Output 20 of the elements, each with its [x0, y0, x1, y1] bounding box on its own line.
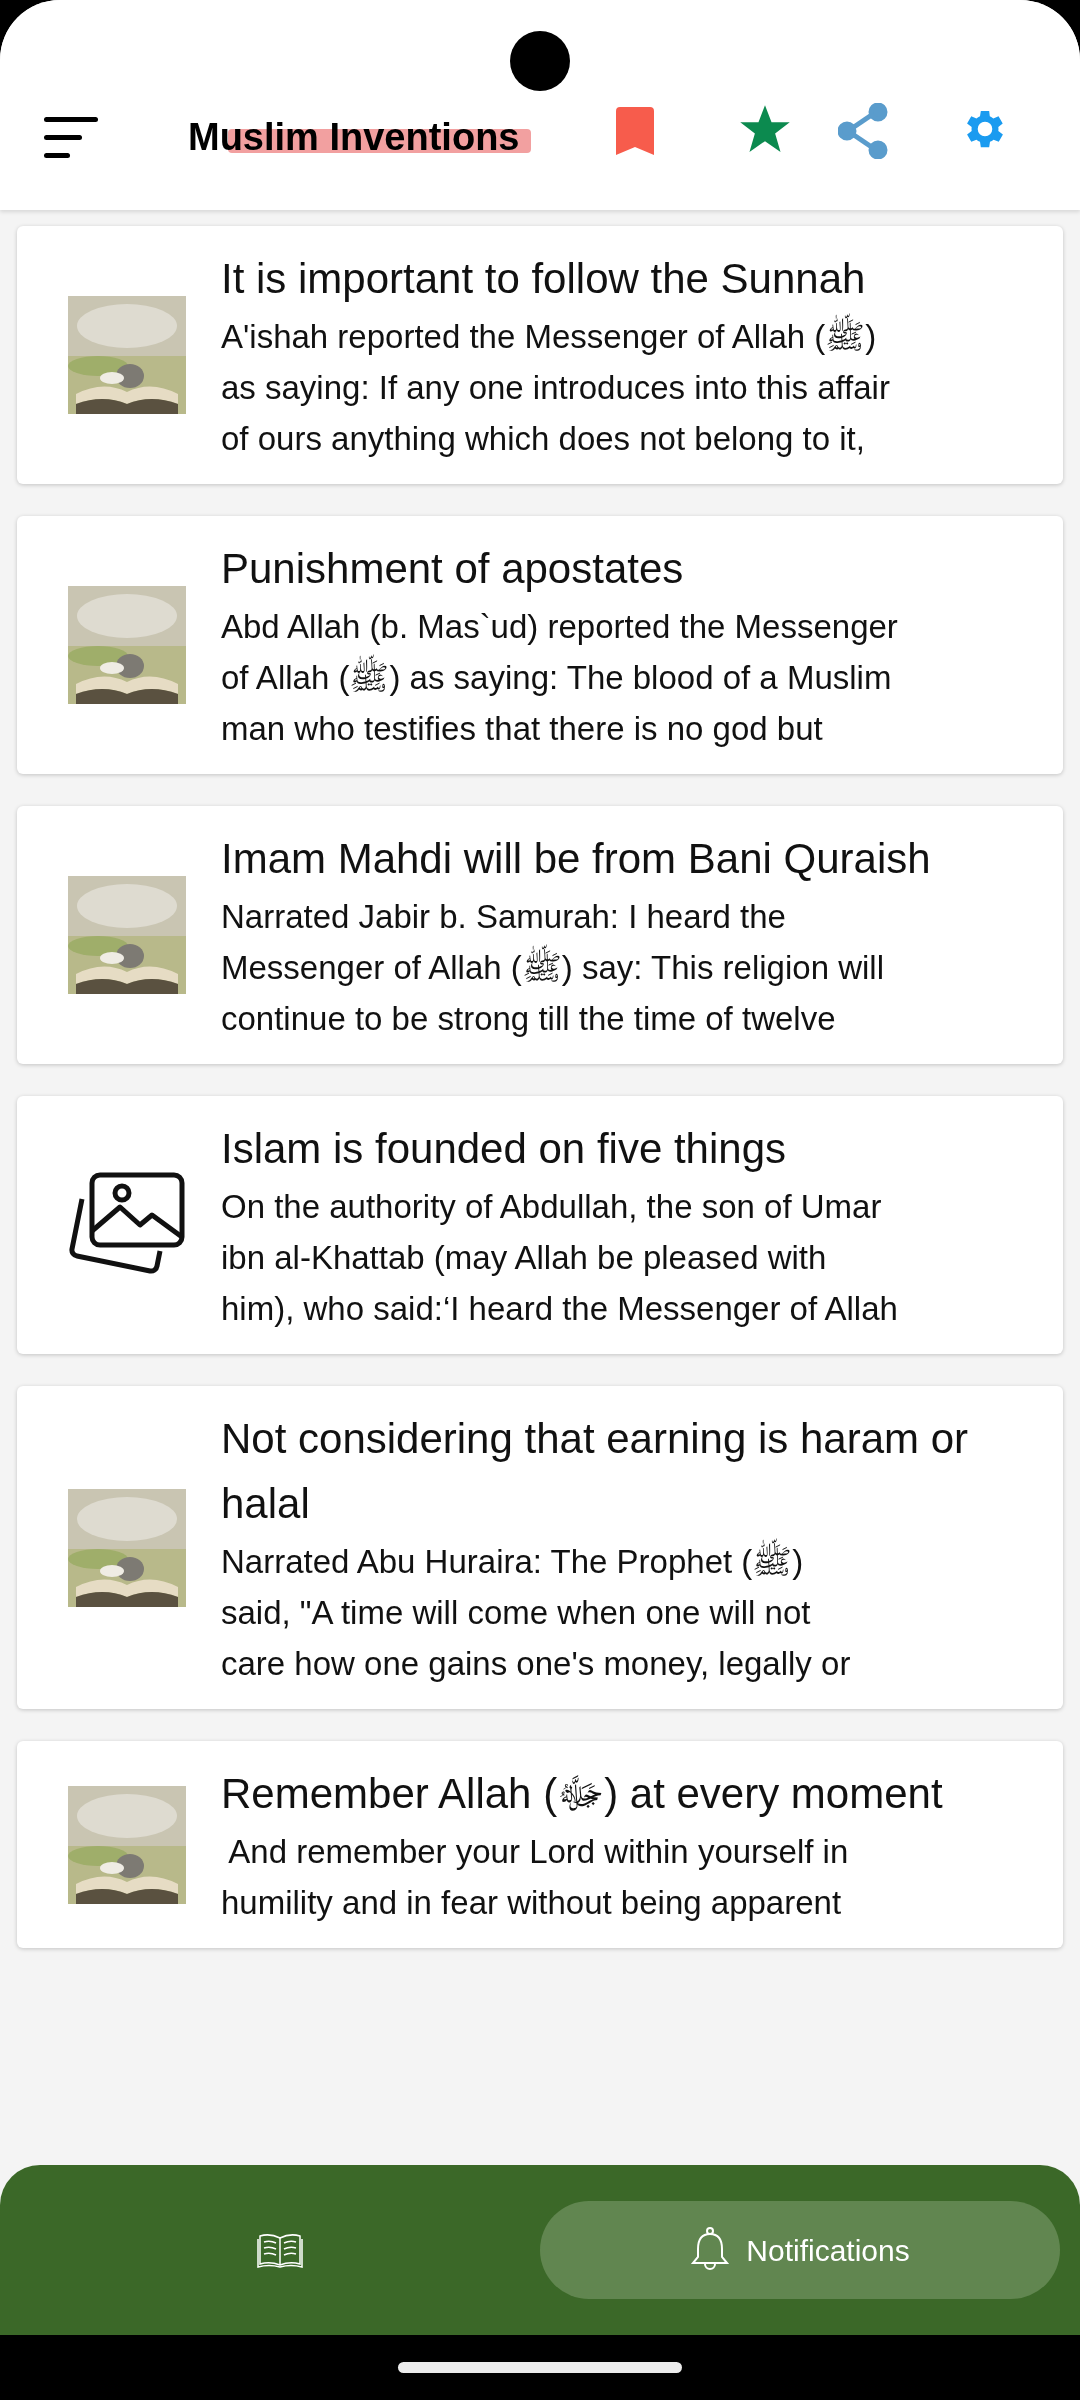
- article-excerpt: A'ishah reported the Messenger of Allah (ﷺ) as saying: If any one introduces into this affair of ours anything which does not belong to it,: [221, 311, 890, 464]
- article-excerpt: On the authority of Abdullah, the son of Umar ibn al-Khattab (may Allah be pleased with him), who said:‘I heard the Messenger of Allah: [221, 1187, 898, 1329]
- article-title: Imam Mahdi will be from Bani Quraish: [221, 834, 931, 884]
- article-excerpt: And remember your Lord within yourself in humility and in fear without being apparent: [221, 1832, 850, 1923]
- article-title: Not considering that earning is haram or halal: [221, 1414, 970, 1529]
- notifications-tab[interactable]: Notifications: [540, 2201, 1060, 2299]
- share-icon[interactable]: [838, 103, 890, 159]
- article-title: It is important to follow the Sunnah: [221, 254, 867, 304]
- article-title: Punishment of apostates: [221, 544, 685, 594]
- article-excerpt: Abd Allah (b. Mas`ud) reported the Messenger of Allah (ﷺ) as saying: The blood of a Muslim man who testifies that there is no god but: [221, 607, 898, 749]
- article-excerpt: Narrated Jabir b. Samurah: I heard the Messenger of Allah (ﷺ) say: This religion will continue to be strong till the time of twelve: [221, 897, 885, 1039]
- article-title: Islam is founded on five things: [221, 1124, 787, 1174]
- article-title: Remember Allah (ﷻ) at every moment: [221, 1769, 943, 1819]
- article-card[interactable]: Islam is founded on five things On the authority of Abdullah, the son of Umar ibn al-Khattab (may Allah be pleased with him), who said:‘I heard the Messenger of Allah: [17, 1096, 1063, 1354]
- bell-icon: [690, 2227, 731, 2273]
- bookmark-icon[interactable]: [616, 107, 654, 155]
- book-icon: [257, 2232, 303, 2268]
- app-title: Muslim Inventions: [188, 116, 520, 158]
- article-excerpt: Narrated Abu Huraira: The Prophet (ﷺ) said, "A time will come when one will not care how one gains one's money, legally or: [221, 1536, 1043, 1689]
- camera-cutout: [510, 31, 570, 91]
